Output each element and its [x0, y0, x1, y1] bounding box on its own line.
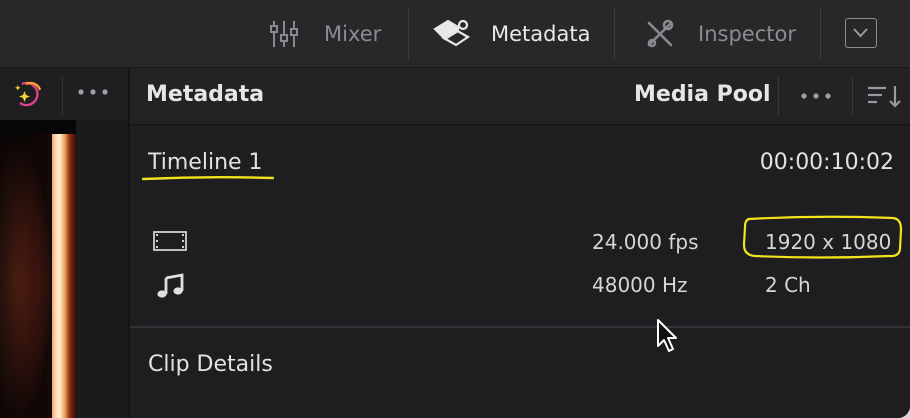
toolbar-divider — [614, 8, 615, 60]
header-divider — [778, 76, 779, 116]
sample-rate: 48000 Hz — [592, 273, 688, 297]
color-sparkle-icon[interactable] — [12, 78, 46, 112]
panel-dropdown-button[interactable] — [845, 18, 877, 48]
metadata-button[interactable]: Metadata — [432, 0, 590, 67]
resize-handle[interactable] — [900, 408, 910, 418]
more-dots-icon[interactable] — [75, 86, 111, 98]
media-pool-selector[interactable]: Media Pool — [634, 82, 771, 107]
mouse-cursor-icon — [657, 319, 677, 352]
clip-details-heading[interactable]: Clip Details — [148, 352, 273, 377]
timeline-name: Timeline 1 — [148, 150, 263, 175]
toolbar-divider — [408, 8, 409, 60]
metadata-tag-icon — [433, 19, 471, 46]
metadata-content: Timeline 1 00:00:10:02 24.000 fps 1920 x… — [130, 125, 910, 418]
metadata-label: Metadata — [491, 21, 591, 46]
video-preview — [0, 134, 76, 418]
viewer-header — [0, 68, 128, 125]
inspector-tools-icon — [647, 19, 674, 47]
viewer-header-divider — [62, 76, 63, 116]
annotation-underline — [142, 176, 274, 181]
audio-channels: 2 Ch — [765, 273, 811, 297]
more-dots-icon[interactable] — [798, 90, 834, 102]
mixer-button[interactable]: Mixer — [268, 0, 381, 67]
viewer-frame-top — [0, 120, 76, 134]
chevron-down-icon — [853, 28, 868, 38]
annotation-circle — [742, 215, 903, 259]
metadata-panel-header: Metadata Media Pool — [130, 68, 910, 125]
viewer-edge — [76, 120, 128, 418]
section-divider — [130, 326, 910, 328]
music-note-icon — [157, 273, 184, 298]
header-divider — [852, 76, 853, 116]
mixer-sliders-icon — [270, 20, 298, 47]
toolbar-divider — [820, 8, 821, 60]
mixer-label: Mixer — [324, 21, 382, 46]
panel-title: Metadata — [146, 82, 265, 107]
inspector-label: Inspector — [698, 21, 796, 46]
sort-icon[interactable] — [864, 82, 904, 110]
frame-rate: 24.000 fps — [592, 230, 699, 254]
inspector-button[interactable]: Inspector — [644, 0, 796, 67]
top-toolbar: Mixer Metadata Inspector — [0, 0, 910, 68]
film-strip-icon — [153, 231, 187, 251]
timeline-duration: 00:00:10:02 — [759, 150, 894, 175]
